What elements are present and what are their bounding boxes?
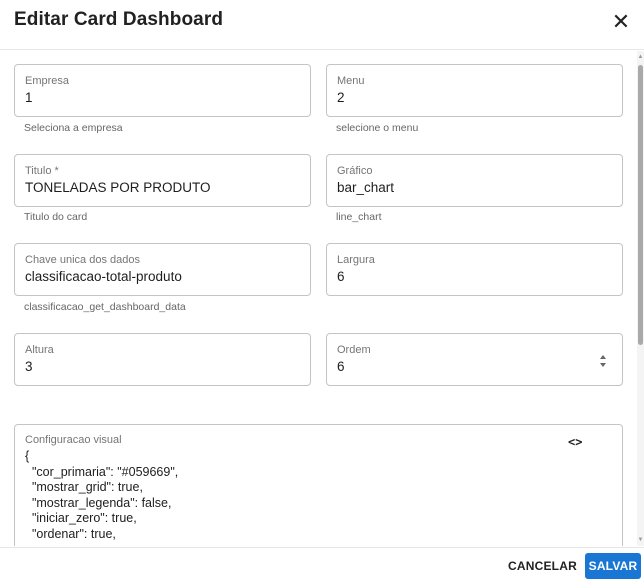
scroll-up-icon[interactable]: ▲ (637, 53, 644, 61)
dialog-footer: CANCELAR SALVAR (0, 547, 644, 581)
empresa-value: 1 (25, 90, 33, 105)
largura-value: 6 (337, 269, 345, 284)
close-button[interactable]: ✕ (607, 8, 635, 36)
cancel-button[interactable]: CANCELAR (498, 555, 587, 577)
config-json-text[interactable]: { "cor_primaria": "#059669", "mostrar_gr… (25, 449, 178, 543)
grafico-field[interactable]: Gráfico bar_chart (326, 154, 623, 207)
dialog-content: Empresa 1 Seleciona a empresa Menu 2 sel… (0, 51, 636, 546)
spinner-arrows-icon (600, 355, 606, 367)
close-icon: ✕ (611, 9, 631, 34)
ordem-value: 6 (337, 359, 345, 374)
dialog-header: Editar Card Dashboard ✕ (0, 0, 644, 50)
number-spinner[interactable] (598, 352, 608, 370)
titulo-field[interactable]: Titulo * TONELADAS POR PRODUTO (14, 154, 311, 207)
chave-hint: classificacao_get_dashboard_data (24, 301, 186, 313)
grafico-hint: line_chart (336, 211, 382, 223)
titulo-value: TONELADAS POR PRODUTO (25, 180, 211, 195)
grafico-label: Gráfico (337, 165, 373, 177)
altura-value: 3 (25, 359, 33, 374)
empresa-hint: Seleciona a empresa (24, 122, 123, 134)
largura-field[interactable]: Largura 6 (326, 243, 623, 296)
code-icon[interactable]: <> (568, 435, 582, 449)
config-visual-editor[interactable]: Configuracao visual <> { "cor_primaria":… (14, 424, 623, 546)
altura-field[interactable]: Altura 3 (14, 333, 311, 386)
chave-value: classificacao-total-produto (25, 269, 182, 284)
ordem-label: Ordem (337, 344, 371, 356)
menu-value: 2 (337, 90, 345, 105)
grafico-value: bar_chart (337, 180, 395, 195)
scroll-thumb[interactable] (638, 65, 643, 345)
save-button[interactable]: SALVAR (585, 553, 641, 579)
titulo-label: Titulo * (25, 165, 59, 177)
empresa-label: Empresa (25, 75, 70, 87)
menu-hint: selecione o menu (336, 122, 419, 134)
chave-field[interactable]: Chave unica dos dados classificacao-tota… (14, 243, 311, 296)
ordem-field[interactable]: Ordem 6 (326, 333, 623, 386)
altura-label: Altura (25, 344, 54, 356)
chave-label: Chave unica dos dados (25, 254, 140, 266)
empresa-field[interactable]: Empresa 1 (14, 64, 311, 117)
menu-field[interactable]: Menu 2 (326, 64, 623, 117)
titulo-hint: Titulo do card (24, 211, 88, 223)
largura-label: Largura (337, 254, 375, 266)
config-label: Configuracao visual (25, 434, 122, 446)
scroll-down-icon[interactable]: ▼ (637, 536, 644, 544)
dialog-title: Editar Card Dashboard (14, 9, 224, 30)
content-scrollbar[interactable]: ▲ ▼ (637, 51, 644, 546)
menu-label: Menu (337, 75, 365, 87)
